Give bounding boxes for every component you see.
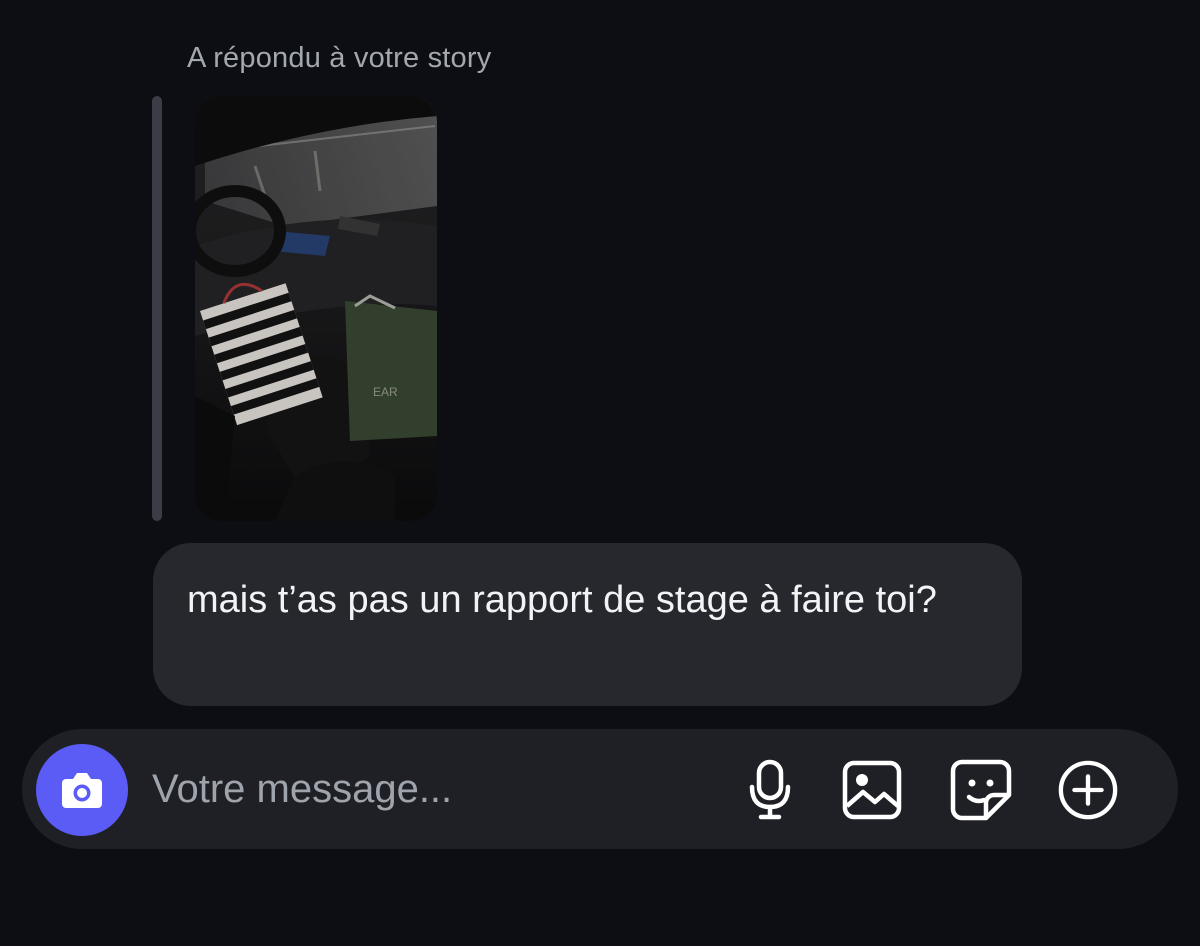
microphone-icon [749, 759, 791, 820]
image-icon [842, 760, 902, 820]
camera-icon [62, 773, 102, 808]
message-bubble[interactable]: mais t’as pas un rapport de stage à fair… [153, 543, 1022, 706]
story-thumbnail[interactable]: EAR [195, 96, 437, 521]
microphone-button[interactable] [739, 759, 801, 821]
story-photo: EAR [195, 96, 437, 521]
message-text: mais t’as pas un rapport de stage à fair… [187, 579, 937, 621]
story-reply-label: A répondu à votre story [187, 42, 492, 74]
dm-thread-screen: A répondu à votre story EAR mais t’as pa… [0, 0, 1200, 946]
more-button[interactable] [1057, 759, 1119, 821]
sticker-button[interactable] [950, 759, 1012, 821]
gallery-button[interactable] [841, 759, 903, 821]
plus-circle-icon [1058, 760, 1118, 820]
camera-button[interactable] [36, 744, 128, 836]
quote-bar [152, 96, 162, 521]
message-composer [22, 729, 1178, 849]
sticker-icon [950, 759, 1012, 821]
message-input[interactable] [152, 759, 672, 819]
